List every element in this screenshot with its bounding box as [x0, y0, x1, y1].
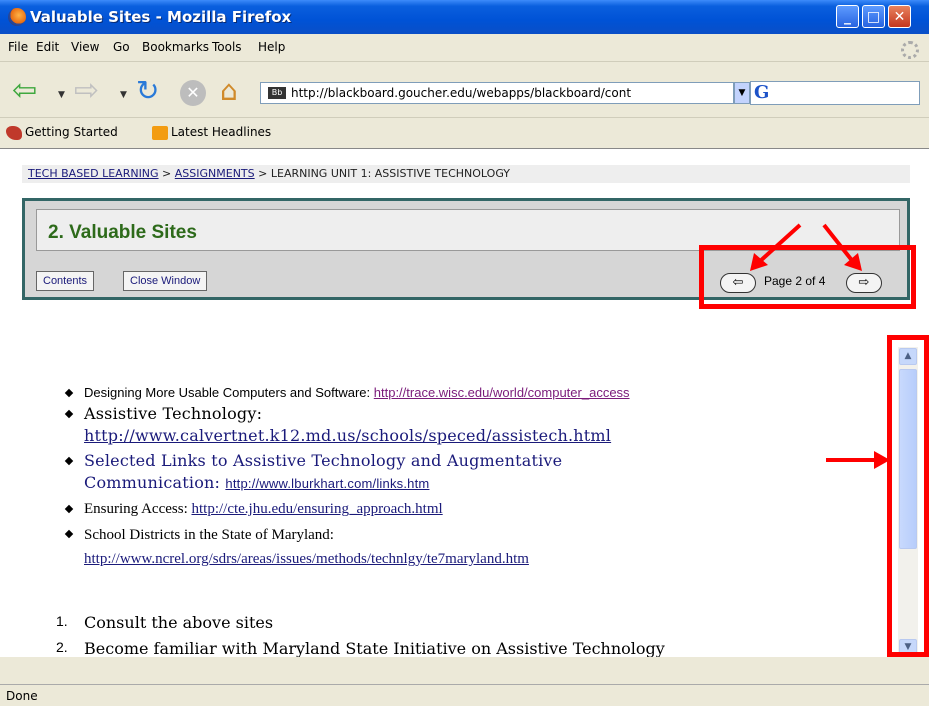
list-item: 1. Consult the above sites — [56, 613, 816, 639]
status-bar: Done — [0, 684, 929, 706]
bookmark-label: Latest Headlines — [171, 125, 272, 139]
menu-tools[interactable]: Tools — [212, 40, 242, 54]
breadcrumb: TECH BASED LEARNING > ASSIGNMENTS > LEAR… — [22, 165, 910, 183]
browser-window: Valuable Sites - Mozilla Firefox _ □ ✕ F… — [0, 0, 929, 706]
forward-dropdown-icon[interactable]: ▼ — [120, 90, 127, 100]
back-arrow-icon[interactable]: ⇦ — [12, 76, 37, 106]
window-title: Valuable Sites - Mozilla Firefox — [30, 8, 292, 26]
list-item: Selected Links to Assistive Technology a… — [62, 450, 822, 495]
step-text: Consult the above sites — [84, 613, 274, 632]
breadcrumb-link-assignments[interactable]: ASSIGNMENTS — [175, 167, 255, 180]
menu-file[interactable]: File — [8, 40, 28, 54]
link-description: Selected Links to Assistive Technology a… — [84, 451, 563, 470]
bullet-icon — [64, 529, 74, 539]
rss-feed-icon — [152, 125, 168, 140]
annotation-scrollbar-box — [887, 335, 929, 657]
maximize-button[interactable]: □ — [862, 5, 885, 28]
annotation-arrows-icon — [750, 223, 862, 271]
google-search-input[interactable]: G — [750, 81, 920, 105]
step-number: 2. — [56, 639, 68, 655]
bullet-icon — [64, 409, 74, 419]
bookmark-latest-headlines[interactable]: Latest Headlines — [152, 125, 271, 140]
contents-button[interactable]: Contents — [36, 271, 95, 291]
title-bar: Valuable Sites - Mozilla Firefox _ □ ✕ — [0, 0, 929, 34]
annotation-arrow-right-icon — [826, 451, 890, 469]
menu-bookmarks[interactable]: Bookmarks — [142, 40, 209, 54]
link-description: School Districts in the State of Marylan… — [84, 527, 334, 543]
link-description: Ensuring Access: — [84, 501, 192, 517]
bullet-icon — [64, 388, 74, 398]
menu-view[interactable]: View — [71, 40, 99, 54]
step-text: Become familiar with Maryland State Init… — [84, 639, 665, 657]
menu-help[interactable]: Help — [258, 40, 285, 54]
site-favicon-icon: Bb — [268, 87, 286, 99]
breadcrumb-link-tech-based-learning[interactable]: TECH BASED LEARNING — [28, 167, 159, 180]
bookmark-label: Getting Started — [25, 125, 118, 139]
back-dropdown-icon[interactable]: ▼ — [58, 90, 65, 100]
firefox-logo-icon — [8, 8, 26, 26]
status-text: Done — [6, 689, 38, 703]
page-content: TECH BASED LEARNING > ASSIGNMENTS > LEAR… — [0, 148, 929, 657]
google-logo-icon: G — [754, 82, 770, 103]
resource-link[interactable]: http://www.lburkhart.com/links.htm — [225, 476, 429, 491]
resource-link-list: Designing More Usable Computers and Soft… — [62, 385, 822, 574]
url-input[interactable]: Bb http://blackboard.goucher.edu/webapps… — [260, 82, 734, 104]
link-description: Communication: — [84, 473, 226, 492]
step-number: 1. — [56, 613, 68, 629]
throbber-icon — [901, 41, 919, 59]
menu-edit[interactable]: Edit — [36, 40, 59, 54]
close-window-button[interactable]: Close Window — [123, 271, 208, 291]
close-button[interactable]: ✕ — [888, 5, 911, 28]
bookmark-getting-started[interactable]: Getting Started — [6, 125, 118, 140]
getting-started-icon — [6, 125, 22, 140]
resource-link[interactable]: http://trace.wisc.edu/world/computer_acc… — [374, 385, 630, 400]
reload-icon[interactable]: ↻ — [136, 76, 159, 106]
bullet-icon — [64, 504, 74, 514]
bookmarks-toolbar: Getting Started Latest Headlines — [0, 117, 929, 148]
link-description: Assistive Technology: — [84, 404, 263, 423]
stop-icon[interactable]: ✕ — [180, 80, 206, 106]
list-item: School Districts in the State of Marylan… — [62, 523, 822, 571]
bullet-icon — [64, 456, 74, 466]
breadcrumb-current: LEARNING UNIT 1: ASSISTIVE TECHNOLOGY — [270, 167, 511, 180]
list-item: Designing More Usable Computers and Soft… — [62, 385, 822, 400]
list-item: Assistive Technology: http://www.calvert… — [62, 403, 822, 447]
minimize-button[interactable]: _ — [836, 5, 859, 28]
list-item: 2. Become familiar with Maryland State I… — [56, 639, 816, 657]
url-dropdown-button[interactable]: ▼ — [734, 82, 750, 104]
home-icon[interactable]: ⌂ — [220, 76, 238, 106]
list-item: Ensuring Access: http://cte.jhu.edu/ensu… — [62, 498, 822, 520]
menu-go[interactable]: Go — [113, 40, 130, 54]
breadcrumb-separator: > — [158, 167, 175, 180]
url-text: http://blackboard.goucher.edu/webapps/bl… — [291, 86, 632, 100]
forward-arrow-icon[interactable]: ⇨ — [74, 76, 99, 106]
resource-link[interactable]: http://www.calvertnet.k12.md.us/schools/… — [84, 426, 611, 445]
resource-link[interactable]: http://cte.jhu.edu/ensuring_approach.htm… — [191, 501, 442, 517]
link-description: Designing More Usable Computers and Soft… — [84, 385, 374, 400]
page-title: 2. Valuable Sites — [48, 222, 197, 243]
steps-list: 1. Consult the above sites 2. Become fam… — [56, 613, 816, 657]
resource-link[interactable]: http://www.ncrel.org/sdrs/areas/issues/m… — [84, 551, 529, 567]
breadcrumb-separator: > — [254, 167, 271, 180]
menu-bar: File Edit View Go Bookmarks Tools Help — [0, 34, 929, 60]
